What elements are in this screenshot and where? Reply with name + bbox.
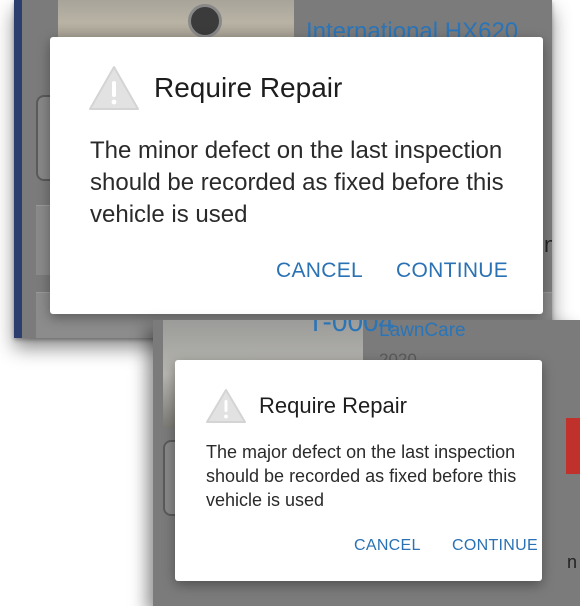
continue-button[interactable]: CONTINUE (452, 537, 538, 555)
dialog-title: Require Repair (259, 393, 407, 418)
app-edge-strip (14, 0, 22, 338)
dialog-title: Require Repair (154, 72, 343, 103)
cancel-button[interactable]: CANCEL (276, 259, 363, 283)
continue-button[interactable]: CONTINUE (396, 259, 508, 283)
status-badge (566, 418, 580, 474)
require-repair-dialog: Require Repair The minor defect on the l… (50, 37, 543, 314)
warning-triangle-icon (88, 65, 140, 111)
screenshot-major-defect: T-0004 LawnCare 2020 n Require Repair Th… (153, 320, 580, 606)
side-letter: n (567, 552, 578, 572)
side-letter: n (544, 232, 552, 257)
cancel-button[interactable]: CANCEL (354, 537, 421, 555)
vehicle-name: LawnCare (379, 320, 466, 341)
screenshot-minor-defect: International HX620 Require Repair The m… (14, 0, 552, 338)
dialog-header: Require Repair (205, 388, 407, 424)
warning-triangle-icon (205, 388, 247, 424)
dialog-message: The major defect on the last inspection … (206, 442, 517, 510)
require-repair-dialog: Require Repair The major defect on the l… (175, 360, 542, 581)
dialog-header: Require Repair (88, 65, 342, 111)
dialog-message: The minor defect on the last inspection … (90, 137, 504, 228)
